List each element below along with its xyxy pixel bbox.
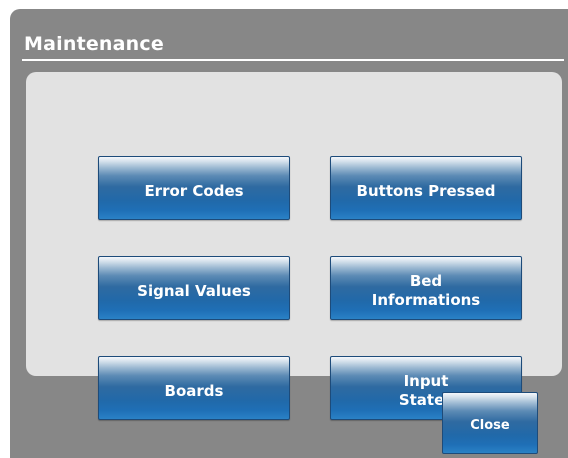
bed-informations-button[interactable]: Bed Informations	[330, 256, 522, 320]
close-button[interactable]: Close	[442, 392, 538, 454]
boards-button-label: Boards	[164, 381, 224, 400]
title-divider	[22, 59, 564, 61]
signal-values-button[interactable]: Signal Values	[98, 256, 290, 320]
error-codes-button[interactable]: Error Codes	[98, 156, 290, 220]
buttons-pressed-button-label: Buttons Pressed	[356, 181, 496, 200]
boards-button[interactable]: Boards	[98, 356, 290, 420]
bed-informations-button-label: Bed Informations	[371, 272, 481, 309]
buttons-pressed-button[interactable]: Buttons Pressed	[330, 156, 522, 220]
maintenance-options-panel: Error Codes Buttons Pressed Signal Value…	[26, 72, 562, 420]
maintenance-dialog: Maintenance Error Codes Buttons Pressed …	[10, 9, 568, 458]
dialog-title: Maintenance	[24, 33, 164, 55]
signal-values-button-label: Signal Values	[137, 281, 251, 300]
error-codes-button-label: Error Codes	[144, 181, 244, 200]
close-button-label: Close	[470, 417, 510, 433]
